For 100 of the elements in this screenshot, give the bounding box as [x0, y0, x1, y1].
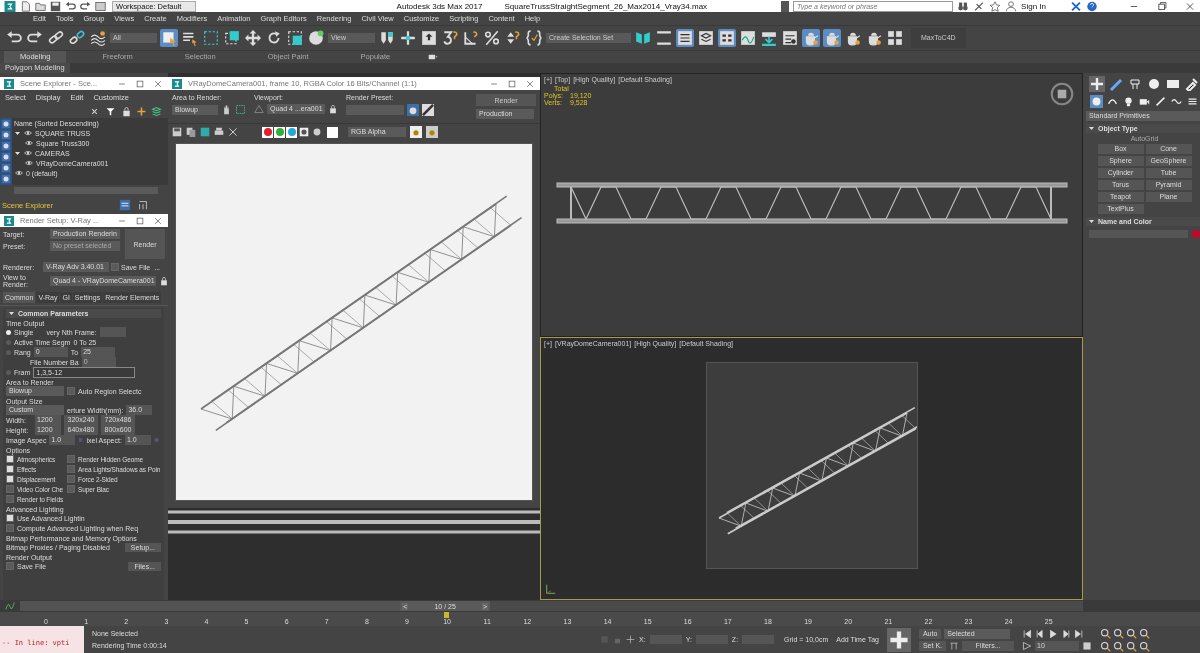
wave-icon[interactable] — [89, 29, 107, 47]
maximize-icon[interactable] — [506, 78, 518, 89]
schematic-icon[interactable] — [718, 29, 736, 47]
field-of-view-icon[interactable] — [1100, 640, 1112, 652]
help-icon[interactable] — [1086, 0, 1098, 12]
checkbox[interactable] — [6, 562, 14, 570]
eye-icon[interactable] — [24, 159, 34, 167]
layers-icon[interactable] — [151, 106, 162, 117]
sphere-icon[interactable] — [307, 29, 325, 47]
broken-link-icon[interactable] — [68, 29, 86, 47]
undo-icon[interactable] — [65, 0, 76, 12]
lens-icon[interactable] — [410, 126, 422, 138]
mirror-icon[interactable] — [634, 29, 652, 47]
checkbox[interactable] — [67, 387, 75, 395]
systems-category-icon[interactable] — [1186, 95, 1199, 108]
save-icon[interactable] — [50, 0, 61, 12]
copy-icon[interactable] — [186, 127, 196, 137]
checkbox[interactable] — [67, 485, 76, 493]
add-layer-icon[interactable] — [136, 106, 147, 117]
zoom-all-icon[interactable] — [1113, 627, 1125, 639]
region-icon[interactable] — [235, 104, 246, 115]
braces-icon[interactable] — [525, 29, 543, 47]
checkbox[interactable] — [67, 465, 76, 473]
collapse-triangle-icon[interactable] — [8, 310, 15, 317]
fly-icon[interactable] — [1139, 640, 1151, 652]
maximize-icon[interactable] — [134, 215, 146, 226]
grid-icon[interactable] — [886, 29, 904, 47]
close-icon[interactable] — [524, 78, 536, 89]
expanded-triangle-icon[interactable] — [14, 129, 21, 137]
walk-icon[interactable] — [1113, 640, 1125, 652]
radio-button[interactable] — [6, 329, 11, 335]
next-frame-icon[interactable] — [1061, 628, 1072, 639]
time-config-icon[interactable] — [1082, 640, 1093, 651]
go-start-icon[interactable] — [1022, 628, 1033, 639]
zoom-icon[interactable] — [1100, 627, 1112, 639]
eye-icon[interactable] — [24, 139, 34, 147]
angle-snap-icon[interactable] — [462, 29, 480, 47]
maximize-icon[interactable] — [1126, 640, 1138, 652]
radio-button[interactable] — [6, 349, 11, 355]
hierarchy-icon[interactable] — [137, 199, 150, 211]
eye-icon[interactable] — [23, 149, 33, 157]
modify-tab-icon[interactable] — [1108, 76, 1124, 92]
orbit-icon[interactable] — [1126, 627, 1138, 639]
transform-mode-icon[interactable] — [626, 635, 635, 644]
box-filter-icon[interactable] — [1, 130, 11, 140]
checkbox[interactable] — [6, 485, 14, 493]
new-file-icon[interactable] — [20, 0, 31, 12]
radio-button[interactable] — [6, 369, 11, 375]
checkbox[interactable] — [111, 263, 119, 271]
maximize-icon[interactable] — [134, 78, 146, 89]
sign-in-link[interactable]: Sign In — [1021, 1, 1046, 11]
percent-snap-icon[interactable] — [483, 29, 501, 47]
crossing-icon[interactable] — [223, 29, 241, 47]
exchange-icon[interactable] — [1070, 0, 1082, 12]
helper-filter-icon[interactable] — [1, 163, 11, 173]
open-folder-icon[interactable] — [35, 0, 46, 12]
key-mode-icon[interactable] — [1022, 640, 1033, 651]
layer-list-icon[interactable] — [676, 29, 694, 47]
radio-button[interactable] — [6, 339, 11, 345]
snap-icon[interactable] — [441, 29, 459, 47]
light-filter-icon[interactable] — [1, 141, 11, 151]
user-icon[interactable] — [1005, 0, 1018, 12]
scale-icon[interactable] — [286, 29, 304, 47]
pan-icon[interactable] — [1139, 627, 1151, 639]
checkbox[interactable] — [6, 514, 14, 522]
cursor-icon[interactable] — [160, 29, 178, 47]
checkbox[interactable] — [67, 455, 76, 463]
chain-link-icon[interactable] — [47, 29, 65, 47]
checkbox[interactable] — [6, 465, 14, 473]
star-icon[interactable] — [989, 0, 1002, 12]
key-filter-icon[interactable] — [949, 640, 960, 651]
checkbox[interactable] — [6, 475, 14, 483]
checkbox[interactable] — [6, 455, 14, 463]
expanded-triangle-icon[interactable] — [14, 149, 21, 157]
clear-icon[interactable] — [228, 127, 238, 137]
clear-icon[interactable] — [89, 106, 100, 117]
satellite-icon[interactable] — [973, 0, 986, 12]
redo-icon[interactable] — [80, 0, 91, 12]
eye-icon[interactable] — [14, 169, 24, 177]
sphere-filter-icon[interactable] — [1, 119, 11, 129]
motion-tab-icon[interactable] — [1146, 76, 1162, 92]
close-icon[interactable] — [152, 78, 164, 89]
material-editor-icon[interactable] — [760, 29, 778, 47]
save-icon[interactable] — [172, 127, 182, 137]
eye-icon[interactable] — [23, 129, 33, 137]
app-icon[interactable] — [4, 0, 16, 12]
checkbox[interactable] — [67, 475, 76, 483]
close-icon[interactable] — [152, 215, 164, 226]
color-swatch[interactable] — [1192, 230, 1200, 238]
clone-icon[interactable] — [200, 127, 210, 137]
color-swatch[interactable] — [327, 126, 338, 138]
align-icon[interactable] — [655, 29, 673, 47]
camera-filter-icon[interactable] — [1, 152, 11, 162]
print-icon[interactable] — [214, 127, 224, 137]
set-key-icon[interactable] — [886, 627, 911, 652]
manipulate-icon[interactable] — [399, 29, 417, 47]
alpha-icon[interactable] — [311, 126, 323, 138]
pivot-icon[interactable] — [378, 29, 396, 47]
stack-icon[interactable] — [697, 29, 715, 47]
layers-icon[interactable] — [119, 199, 132, 211]
